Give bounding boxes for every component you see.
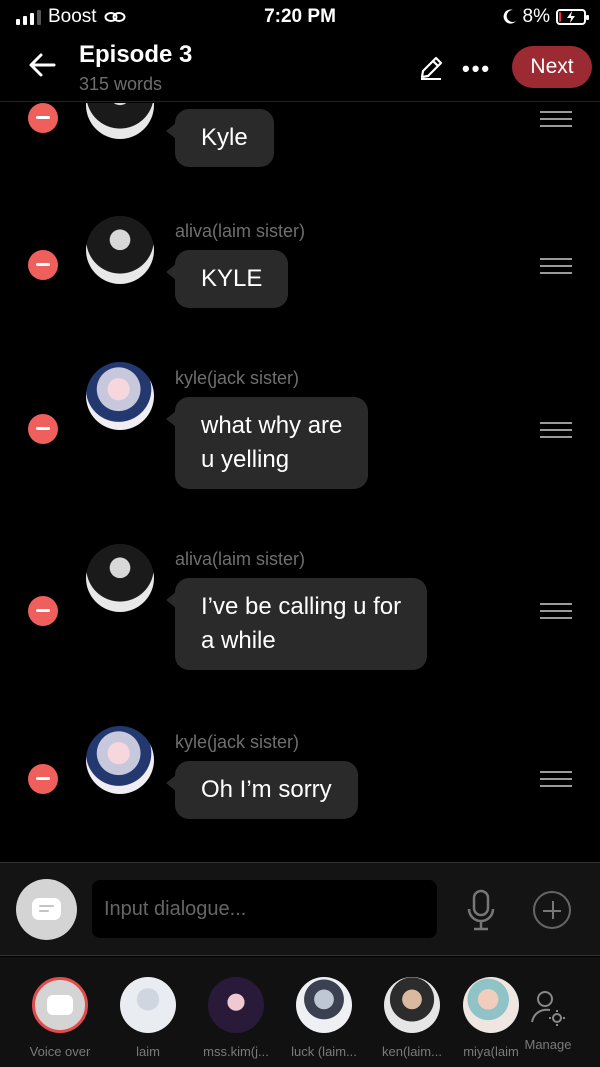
- character-label: luck (laim...: [291, 1044, 357, 1059]
- add-icon[interactable]: [533, 891, 571, 929]
- remove-button[interactable]: [28, 764, 58, 794]
- character-miya[interactable]: miya(laim: [456, 977, 526, 1059]
- voice-over-toggle[interactable]: [16, 879, 77, 940]
- manage-label: Manage: [524, 1037, 572, 1052]
- dialogue-bubble[interactable]: KYLE: [165, 250, 289, 308]
- status-bar: Boost 7:20 PM 8%: [0, 0, 600, 34]
- battery-level: [559, 12, 561, 22]
- microphone-icon[interactable]: [466, 889, 496, 931]
- character-voice-over[interactable]: Voice over: [20, 977, 100, 1059]
- page-title: Episode 3: [79, 41, 193, 68]
- drag-handle-icon[interactable]: [540, 111, 572, 129]
- dialogue-bubble[interactable]: what why are u yelling: [165, 397, 369, 489]
- battery-group: 8%: [503, 6, 589, 28]
- avatar: [208, 977, 264, 1033]
- avatar[interactable]: [86, 362, 154, 430]
- voice-over-icon: [32, 977, 88, 1033]
- avatar[interactable]: [86, 726, 154, 794]
- avatar: [384, 977, 440, 1033]
- word-count: 315 words: [79, 74, 163, 94]
- avatar: [296, 977, 352, 1033]
- remove-button[interactable]: [28, 414, 58, 444]
- battery-icon: [556, 9, 589, 25]
- remove-button[interactable]: [28, 103, 58, 133]
- speaker-name: kyle(jack sister): [175, 368, 300, 388]
- next-button[interactable]: Next: [512, 46, 592, 88]
- dialogue-text-line: what why are: [201, 412, 343, 439]
- remove-button[interactable]: [28, 596, 58, 626]
- character-label: ken(laim...: [382, 1044, 442, 1059]
- dialogue-text-line: a while: [201, 627, 276, 654]
- character-ken[interactable]: ken(laim...: [372, 977, 452, 1059]
- speaker-name: kyle(jack sister): [175, 732, 300, 752]
- avatar: [120, 977, 176, 1033]
- dialogue-text-line: I’ve be calling u for: [201, 593, 402, 620]
- character-bar: Voice over laim mss.kim(j... luck (laim.…: [0, 957, 600, 1067]
- character-label: miya(laim: [463, 1044, 519, 1059]
- character-mss-kim[interactable]: mss.kim(j...: [196, 977, 276, 1059]
- moon-icon: [503, 9, 516, 24]
- charging-bolt-icon: [567, 11, 575, 23]
- battery-percent: 8%: [522, 6, 550, 27]
- dialogue-text: KYLE: [201, 265, 263, 292]
- drag-handle-icon[interactable]: [540, 258, 572, 276]
- avatar[interactable]: [86, 216, 154, 284]
- dialogue-text: Oh I’m sorry: [201, 776, 332, 803]
- speaker-name: aliva(laim sister): [175, 549, 306, 569]
- dialogue-input[interactable]: [92, 880, 437, 938]
- person-settings-icon: [531, 991, 565, 1026]
- dialogue-list[interactable]: Kyle aliva(laim sister) KYLE kyle(jack s…: [0, 103, 600, 863]
- avatar[interactable]: [86, 103, 154, 139]
- drag-handle-icon[interactable]: [540, 771, 572, 789]
- dialogue-text: Kyle: [201, 124, 248, 151]
- character-label: mss.kim(j...: [203, 1044, 269, 1059]
- episode-header: Episode 3 315 words ••• Next: [0, 34, 600, 102]
- dialogue-bubble[interactable]: Kyle: [166, 109, 274, 167]
- character-laim[interactable]: laim: [108, 977, 188, 1059]
- dialogue-bubble[interactable]: I’ve be calling u for a while: [165, 578, 428, 670]
- avatar: [463, 977, 519, 1033]
- avatar[interactable]: [86, 544, 154, 612]
- character-luck[interactable]: luck (laim...: [284, 977, 364, 1059]
- dialogue-bubble[interactable]: Oh I’m sorry: [166, 761, 358, 819]
- character-label: laim: [136, 1044, 160, 1059]
- speaker-name: aliva(laim sister): [175, 221, 306, 241]
- back-arrow-icon[interactable]: [26, 48, 60, 82]
- drag-handle-icon[interactable]: [540, 603, 572, 621]
- edit-pencil-icon[interactable]: [417, 54, 445, 82]
- manage-characters-button[interactable]: Manage: [518, 988, 578, 1054]
- dialogue-text-line: u yelling: [201, 446, 290, 473]
- dialogue-input-bar: [0, 862, 600, 956]
- drag-handle-icon[interactable]: [540, 422, 572, 440]
- chat-bubble-icon: [32, 898, 61, 920]
- character-label: Voice over: [29, 1044, 91, 1059]
- remove-button[interactable]: [28, 250, 58, 280]
- more-options-icon[interactable]: •••: [462, 56, 491, 82]
